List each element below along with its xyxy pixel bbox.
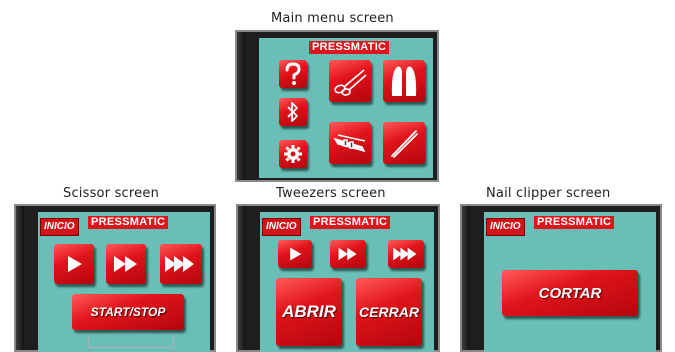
bezel xyxy=(462,206,470,350)
nail-caption: Nail clipper screen xyxy=(486,186,611,201)
inicio-button[interactable]: INICIO xyxy=(486,218,525,236)
hair-clip-button[interactable] xyxy=(383,60,425,102)
fast-forward-icon xyxy=(338,247,357,261)
speed-fast-button[interactable] xyxy=(388,240,424,268)
nail-clipper-icon xyxy=(333,134,366,153)
cut-button[interactable]: CORTAR xyxy=(502,270,638,316)
play-icon xyxy=(290,247,302,261)
speed-fast-button[interactable] xyxy=(160,244,202,284)
start-stop-label: START/STOP xyxy=(90,305,166,319)
help-button[interactable] xyxy=(279,60,307,88)
tweezers-button[interactable] xyxy=(383,122,425,164)
scissors-button[interactable] xyxy=(329,60,371,102)
inicio-button[interactable]: INICIO xyxy=(262,218,301,236)
scissor-device: INICIO PRESSMATIC START/STOP xyxy=(14,204,216,352)
nail-device: INICIO PRESSMATIC CORTAR xyxy=(460,204,662,352)
main-menu-caption: Main menu screen xyxy=(271,11,394,26)
speed-medium-button[interactable] xyxy=(330,240,366,268)
close-label: CERRAR xyxy=(359,304,419,320)
triple-forward-icon xyxy=(393,247,417,261)
bluetooth-button[interactable] xyxy=(279,98,307,126)
scissor-caption: Scissor screen xyxy=(63,186,160,201)
inicio-button[interactable]: INICIO xyxy=(40,218,79,236)
settings-button[interactable] xyxy=(279,140,307,168)
open-label: ABRIR xyxy=(282,302,336,321)
main-menu-device: PRESSMATIC xyxy=(235,30,439,182)
bezel xyxy=(16,206,24,350)
main-menu-screen: PRESSMATIC xyxy=(259,38,433,178)
close-button[interactable]: CERRAR xyxy=(356,278,422,346)
gear-icon xyxy=(284,145,302,163)
brand-title: PRESSMATIC xyxy=(88,216,169,229)
scissor-screen: INICIO PRESSMATIC START/STOP xyxy=(38,212,210,352)
bezel xyxy=(238,206,246,350)
bezel xyxy=(237,32,245,180)
cut-label: CORTAR xyxy=(538,284,602,302)
brand-title: PRESSMATIC xyxy=(534,216,615,229)
tweezers-caption: Tweezers screen xyxy=(276,186,386,201)
question-icon xyxy=(285,62,301,85)
bluetooth-icon xyxy=(287,102,298,122)
brand-title: PRESSMATIC xyxy=(310,216,391,229)
tweezers-device: INICIO PRESSMATIC ABRIR CERRAR xyxy=(236,204,440,352)
open-button[interactable]: ABRIR xyxy=(276,278,342,346)
speed-medium-button[interactable] xyxy=(106,244,146,284)
speed-slow-button[interactable] xyxy=(54,244,94,284)
speed-slow-button[interactable] xyxy=(278,240,312,268)
play-icon xyxy=(68,256,82,272)
triple-forward-icon xyxy=(165,256,194,272)
nail-screen: INICIO PRESSMATIC CORTAR xyxy=(484,212,656,352)
hair-clip-icon xyxy=(391,66,417,96)
tweezers-icon xyxy=(391,130,418,158)
nail-clipper-button[interactable] xyxy=(329,122,371,164)
fast-forward-icon xyxy=(114,256,137,272)
brand-title: PRESSMATIC xyxy=(309,41,390,54)
scissors-icon xyxy=(334,69,367,96)
start-stop-button[interactable]: START/STOP xyxy=(72,294,184,330)
status-outline xyxy=(88,336,174,348)
tweezers-screen: INICIO PRESSMATIC ABRIR CERRAR xyxy=(260,212,434,352)
